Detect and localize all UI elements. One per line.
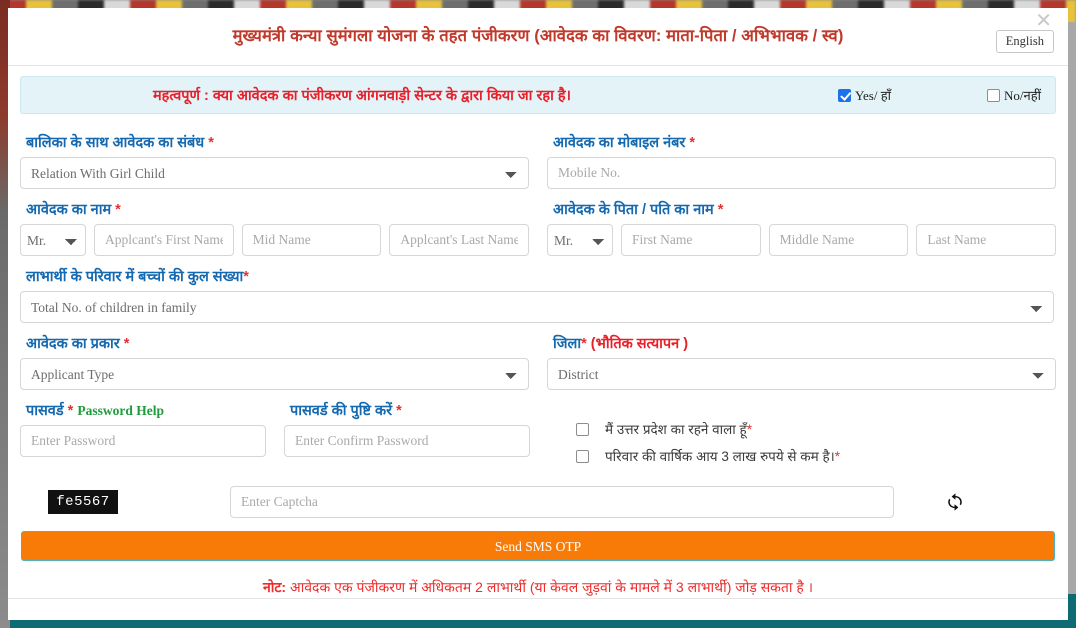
- captcha-input[interactable]: [230, 486, 894, 518]
- form-note: नोट: आवेदक एक पंजीकरण में अधिकतम 2 लाभार…: [20, 578, 1056, 597]
- anganwadi-yes-option[interactable]: Yes/ हाँ: [837, 86, 891, 104]
- children-count-label-text: लाभार्थी के परिवार में बच्चों की कुल संख…: [26, 269, 244, 285]
- declaration-income[interactable]: परिवार की वार्षिक आय 3 लाख रुपये से कम ह…: [576, 447, 1056, 465]
- field-applicant-name: आवेदक का नाम * Mr.: [20, 191, 530, 256]
- applicant-type-select[interactable]: Applicant Type: [20, 358, 529, 390]
- form-row-children-count: लाभार्थी के परिवार में बच्चों की कुल संख…: [20, 258, 1056, 323]
- field-relation: बालिका के साथ आवेदक का संबंध * Relation …: [20, 124, 529, 189]
- password-label-text: पासवर्ड: [26, 403, 68, 419]
- relation-required-mark: *: [208, 135, 214, 151]
- declaration-income-label: परिवार की वार्षिक आय 3 लाख रुपये से कम ह…: [605, 449, 835, 464]
- confirm-password-input[interactable]: [284, 425, 530, 457]
- relation-label-text: बालिका के साथ आवेदक का संबंध: [26, 135, 209, 151]
- applicant-type-required-mark: *: [123, 336, 130, 352]
- field-children-count: लाभार्थी के परिवार में बच्चों की कुल संख…: [20, 258, 1054, 323]
- district-sublabel: (भौतिक सत्यापन ): [586, 336, 689, 352]
- confirm-password-required-mark: *: [396, 403, 402, 419]
- relation-select[interactable]: Relation With Girl Child: [20, 157, 529, 189]
- registration-modal: मुख्यमंत्री कन्या सुमंगला योजना के तहत प…: [8, 8, 1068, 620]
- declarations-group: मैं उत्तर प्रदेश का रहने वाला हूँ* परिवा…: [548, 392, 1056, 474]
- declaration-income-required-mark: *: [834, 449, 841, 464]
- captcha-row: fe5567: [20, 486, 1056, 518]
- applicant-name-required-mark: *: [115, 202, 121, 218]
- declaration-residence-label: मैं उत्तर प्रदेश का रहने वाला हूँ: [605, 422, 747, 437]
- applicant-type-label: आवेदक का प्रकार *: [26, 333, 529, 353]
- district-label: जिला* (भौतिक सत्यापन ): [553, 333, 1056, 353]
- password-label: पासवर्ड * Password Help: [26, 400, 266, 420]
- password-help-link[interactable]: Password Help: [77, 403, 164, 418]
- father-title-select[interactable]: Mr.: [547, 224, 613, 256]
- declaration-residence-checkbox[interactable]: [576, 422, 589, 436]
- password-input[interactable]: [20, 425, 266, 457]
- father-name-required-mark: *: [717, 202, 724, 218]
- page-title: मुख्यमंत्री कन्या सुमंगला योजना के तहत प…: [232, 27, 844, 46]
- field-father-name: आवेदक के पिता / पति का नाम * Mr.: [547, 191, 1057, 256]
- district-select[interactable]: District: [547, 358, 1056, 390]
- declaration-residence[interactable]: मैं उत्तर प्रदेश का रहने वाला हूँ*: [576, 420, 1056, 438]
- applicant-name-label: आवेदक का नाम *: [26, 199, 529, 219]
- children-count-required-mark: *: [243, 269, 249, 285]
- father-name-label: आवेदक के पिता / पति का नाम *: [553, 199, 1056, 219]
- send-sms-otp-button[interactable]: Send SMS OTP: [21, 531, 1055, 561]
- note-prefix: नोट:: [262, 579, 287, 595]
- applicant-first-name-input[interactable]: [94, 224, 234, 256]
- form-row-type-district: आवेदक का प्रकार * Applicant Type जिला* (…: [20, 325, 1056, 390]
- declaration-income-text: परिवार की वार्षिक आय 3 लाख रुपये से कम ह…: [605, 447, 840, 465]
- anganwadi-no-label: No/नहीं: [1004, 88, 1041, 103]
- notice-options: Yes/ हाँ No/नहीं: [837, 86, 1041, 104]
- field-applicant-type: आवेदक का प्रकार * Applicant Type: [20, 325, 529, 390]
- applicant-name-group: Mr.: [20, 224, 530, 256]
- anganwadi-no-checkbox[interactable]: [987, 88, 1000, 102]
- confirm-password-label: पासवर्ड की पुष्टि करें *: [290, 400, 530, 420]
- notice-prefix: महत्वपूर्ण: [153, 88, 200, 104]
- notice-text: महत्वपूर्ण : क्या आवेदक का पंजीकरण आंगनव…: [35, 85, 571, 105]
- password-required-mark: *: [67, 403, 74, 419]
- declaration-income-checkbox[interactable]: [576, 449, 589, 463]
- language-toggle-button[interactable]: English: [995, 30, 1054, 53]
- applicant-title-select[interactable]: Mr.: [20, 224, 86, 256]
- modal-footer: [8, 598, 1068, 620]
- applicant-name-label-text: आवेदक का नाम: [26, 202, 116, 218]
- field-mobile: आवेदक का मोबाइल नंबर *: [547, 124, 1056, 189]
- refresh-icon[interactable]: [944, 491, 966, 513]
- district-label-text: जिला: [553, 336, 582, 352]
- form-row-relation-mobile: बालिका के साथ आवेदक का संबंध * Relation …: [20, 124, 1056, 189]
- captcha-image: fe5567: [48, 490, 118, 514]
- relation-label: बालिका के साथ आवेदक का संबंध *: [26, 132, 529, 152]
- declaration-residence-required-mark: *: [746, 422, 752, 437]
- close-icon[interactable]: ✕: [1035, 11, 1052, 31]
- important-notice-bar: महत्वपूर्ण : क्या आवेदक का पंजीकरण आंगनव…: [20, 76, 1056, 114]
- confirm-password-label-text: पासवर्ड की पुष्टि करें: [290, 403, 397, 419]
- field-confirm-password: पासवर्ड की पुष्टि करें *: [284, 392, 530, 474]
- mobile-label-text: आवेदक का मोबाइल नंबर: [553, 135, 690, 151]
- modal-header: मुख्यमंत्री कन्या सुमंगला योजना के तहत प…: [8, 8, 1068, 66]
- anganwadi-no-option[interactable]: No/नहीं: [987, 86, 1041, 104]
- notice-question: : क्या आवेदक का पंजीकरण आंगनवाड़ी सेन्टर…: [200, 88, 572, 104]
- applicant-last-name-input[interactable]: [389, 224, 530, 256]
- anganwadi-yes-label: Yes/ हाँ: [854, 88, 891, 103]
- father-last-name-input[interactable]: [916, 224, 1057, 256]
- mobile-input[interactable]: [547, 157, 1056, 189]
- field-district: जिला* (भौतिक सत्यापन ) District: [547, 325, 1056, 390]
- mobile-required-mark: *: [689, 135, 696, 151]
- applicant-middle-name-input[interactable]: [241, 224, 382, 256]
- modal-body: महत्वपूर्ण : क्या आवेदक का पंजीकरण आंगनव…: [8, 66, 1068, 597]
- anganwadi-yes-checkbox[interactable]: [837, 88, 851, 102]
- father-name-label-text: आवेदक के पिता / पति का नाम: [553, 202, 718, 218]
- father-name-group: Mr.: [547, 224, 1057, 256]
- children-count-select[interactable]: Total No. of children in family: [20, 291, 1054, 323]
- field-password: पासवर्ड * Password Help: [20, 392, 266, 474]
- mobile-label: आवेदक का मोबाइल नंबर *: [553, 132, 1056, 152]
- note-text: आवेदक एक पंजीकरण में अधिकतम 2 लाभार्थी (…: [286, 579, 814, 595]
- form-row-names: आवेदक का नाम * Mr. आवेदक के पिता / पति क…: [20, 191, 1057, 256]
- applicant-type-label-text: आवेदक का प्रकार: [26, 336, 124, 352]
- children-count-label: लाभार्थी के परिवार में बच्चों की कुल संख…: [26, 266, 1054, 286]
- declaration-residence-text: मैं उत्तर प्रदेश का रहने वाला हूँ*: [605, 420, 752, 438]
- father-first-name-input[interactable]: [621, 224, 761, 256]
- father-middle-name-input[interactable]: [768, 224, 909, 256]
- form-row-password-declarations: पासवर्ड * Password Help पासवर्ड की पुष्ट…: [20, 392, 1056, 474]
- password-group: पासवर्ड * Password Help पासवर्ड की पुष्ट…: [20, 392, 530, 474]
